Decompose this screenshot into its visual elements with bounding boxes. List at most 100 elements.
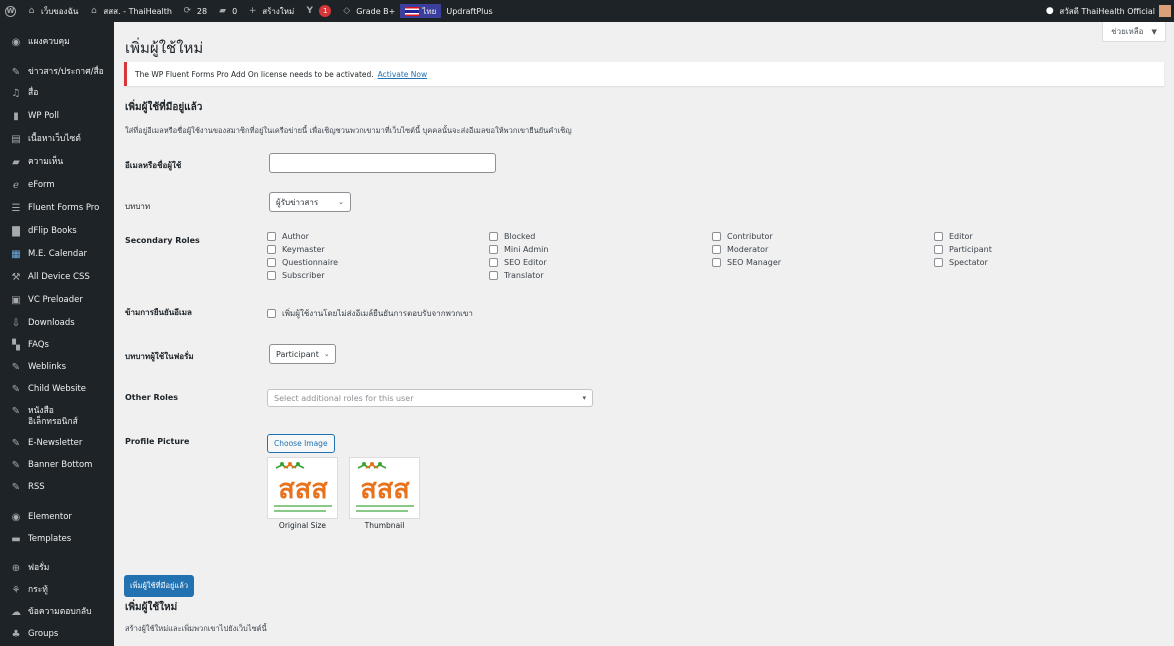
skip-confirmation-checkbox[interactable]: เพิ่มผู้ใช้งานโดยไม่ส่งอีเมล์ยืนยันการตอ… — [267, 307, 473, 320]
other-roles-placeholder: Select additional roles for this user — [274, 393, 414, 403]
forum-role-select[interactable]: Participant ⌄ — [269, 344, 336, 364]
replies-icon: ☁ — [11, 607, 21, 618]
sidebar-item-e-newsletter[interactable]: ✎ E-Newsletter — [0, 438, 114, 450]
grade-menu[interactable]: ◇ Grade B+ — [336, 0, 400, 22]
checkbox[interactable] — [489, 271, 498, 280]
checkbox[interactable] — [712, 258, 721, 267]
role-checkbox-editor[interactable]: Editor — [934, 232, 973, 241]
sidebar-item-ebooks[interactable]: ✎ หนังสือ อิเล็กทรอนิกส์ — [0, 406, 114, 428]
sidebar-item-child-website[interactable]: ✎ Child Website — [0, 384, 114, 396]
help-tab-button[interactable]: ช่วยเหลือ ▼ — [1102, 22, 1166, 42]
comment-icon: ▰ — [12, 157, 20, 168]
updates-count: 28 — [196, 6, 208, 16]
checkbox-label: SEO Manager — [727, 258, 782, 267]
role-checkbox-spectator[interactable]: Spectator — [934, 258, 988, 267]
sidebar-item-weblinks[interactable]: ✎ Weblinks — [0, 362, 114, 374]
skip-confirmation-label: ข้ามการยืนยันอีเมล — [125, 308, 192, 317]
wp-logo-menu[interactable]: W — [0, 0, 21, 22]
sidebar-item-calendar[interactable]: ▦ M.E. Calendar — [0, 249, 114, 261]
activate-now-link[interactable]: Activate Now — [378, 70, 427, 79]
checkbox-label: Moderator — [727, 245, 769, 254]
checkbox[interactable] — [489, 245, 498, 254]
email-label: อีเมลหรือชื่อผู้ใช้ — [125, 161, 182, 170]
sidebar-item-downloads[interactable]: ⇩ Downloads — [0, 318, 114, 330]
email-or-username-input[interactable] — [269, 153, 496, 173]
role-checkbox-seo-editor[interactable]: SEO Editor — [489, 258, 547, 267]
admin-bar: W ⌂ เว็บของฉัน ⌂ สสส. - ThaiHealth ⟳ 28 ▰ 0 … — [0, 0, 1174, 22]
topic-icon: ⚘ — [11, 585, 21, 596]
sidebar-item-pages[interactable]: ▤ เนื้อหาเว็บไซต์ — [0, 134, 114, 146]
role-checkbox-blocked[interactable]: Blocked — [489, 232, 535, 241]
chevron-down-icon: ▼ — [1151, 27, 1157, 36]
site-name-label: สสส. - ThaiHealth — [103, 6, 172, 16]
checkbox-label: Participant — [949, 245, 992, 254]
checkbox[interactable] — [712, 232, 721, 241]
sidebar-item-vc-preloader[interactable]: ▣ VC Preloader — [0, 295, 114, 307]
my-sites-menu[interactable]: ⌂ เว็บของฉัน — [21, 0, 83, 22]
sidebar-item-eform[interactable]: ℯ eForm — [0, 180, 114, 192]
pin-icon: ✎ — [11, 438, 21, 449]
other-roles-label: Other Roles — [125, 393, 179, 402]
checkbox[interactable] — [267, 245, 276, 254]
sidebar-item-elementor[interactable]: ◉ Elementor — [0, 512, 114, 524]
sidebar-item-comments[interactable]: ▰ ความเห็น — [0, 157, 114, 169]
sidebar-item-forums[interactable]: ⊕ ฟอรั่ม — [0, 563, 114, 575]
role-checkbox-contributor[interactable]: Contributor — [712, 232, 773, 241]
updraftplus-menu[interactable]: UpdraftPlus — [441, 0, 497, 22]
role-checkbox-participant[interactable]: Participant — [934, 245, 992, 254]
sidebar-item-wp-poll[interactable]: ▮ WP Poll — [0, 111, 114, 123]
updates-menu[interactable]: ⟳ 28 — [177, 0, 212, 22]
download-icon: ⇩ — [11, 318, 21, 329]
sidebar-item-rss[interactable]: ✎ RSS — [0, 482, 114, 494]
preloader-icon: ▣ — [11, 295, 21, 306]
checkbox[interactable] — [489, 232, 498, 241]
book-icon: ▇ — [12, 226, 20, 237]
sidebar-item-fluent-forms[interactable]: ☰ Fluent Forms Pro — [0, 203, 114, 215]
checkbox[interactable] — [489, 258, 498, 267]
media-icon: ♫ — [11, 88, 21, 99]
checkbox[interactable] — [267, 271, 276, 280]
checkbox-label: Author — [282, 232, 309, 241]
role-checkbox-author[interactable]: Author — [267, 232, 309, 241]
sidebar-item-groups[interactable]: ♣ Groups — [0, 629, 114, 641]
new-content-menu[interactable]: + สร้างใหม่ — [242, 0, 299, 22]
checkbox[interactable] — [267, 232, 276, 241]
role-checkbox-mini-admin[interactable]: Mini Admin — [489, 245, 548, 254]
checkbox[interactable] — [267, 258, 276, 267]
thaihealth-logo: สสส — [274, 462, 332, 512]
other-roles-select[interactable]: Select additional roles for this user ▾ — [267, 389, 593, 407]
checkbox[interactable] — [934, 258, 943, 267]
sidebar-item-templates[interactable]: ▬ Templates — [0, 534, 114, 546]
sidebar-item-dashboard[interactable]: ◉ แผงควบคุม — [0, 37, 114, 49]
role-checkbox-seo-manager[interactable]: SEO Manager — [712, 258, 781, 267]
role-select-value: ผู้รับข่าวสาร — [276, 197, 319, 207]
checkbox[interactable] — [934, 245, 943, 254]
role-checkbox-translator[interactable]: Translator — [489, 271, 544, 280]
sidebar-item-news[interactable]: ✎ ข่าวสาร/ประกาศ/สื่อ — [0, 67, 114, 79]
sidebar-item-banner-bottom[interactable]: ✎ Banner Bottom — [0, 460, 114, 472]
pin-icon: ✎ — [11, 482, 21, 493]
role-select[interactable]: ผู้รับข่าวสาร ⌄ — [269, 192, 351, 212]
role-checkbox-keymaster[interactable]: Keymaster — [267, 245, 325, 254]
language-switcher[interactable]: ไทย — [400, 4, 442, 18]
role-checkbox-subscriber[interactable]: Subscriber — [267, 271, 325, 280]
checkbox[interactable] — [267, 309, 276, 318]
sidebar-item-all-device-css[interactable]: ⚒ All Device CSS — [0, 272, 114, 284]
sidebar-item-media[interactable]: ♫ สื่อ — [0, 88, 114, 100]
checkbox[interactable] — [712, 245, 721, 254]
choose-image-button[interactable]: Choose Image — [267, 434, 335, 453]
role-checkbox-moderator[interactable]: Moderator — [712, 245, 768, 254]
add-existing-user-button[interactable]: เพิ่มผู้ใช้ที่มีอยู่แล้ว — [124, 575, 195, 597]
site-name-menu[interactable]: ⌂ สสส. - ThaiHealth — [83, 0, 177, 22]
sidebar-item-faqs[interactable]: ▚ FAQs — [0, 340, 114, 352]
add-new-user-description: สร้างผู้ใช้ใหม่และเพิ่มพวกเขาไปยังเว็บไซ… — [125, 624, 267, 633]
account-menu[interactable]: ● สวัสดี ThaiHealth Official — [1039, 0, 1174, 22]
checkbox[interactable] — [934, 232, 943, 241]
sidebar-item-topics[interactable]: ⚘ กระทู้ — [0, 585, 114, 597]
sidebar-item-dflip[interactable]: ▇ dFlip Books — [0, 226, 114, 238]
comments-menu[interactable]: ▰ 0 — [212, 0, 242, 22]
yoast-notification-badge: 1 — [319, 5, 332, 17]
yoast-menu[interactable]: Y1 — [299, 0, 336, 22]
role-checkbox-questionnaire[interactable]: Questionnaire — [267, 258, 338, 267]
sidebar-item-replies[interactable]: ☁ ข้อความตอบกลับ — [0, 607, 114, 619]
